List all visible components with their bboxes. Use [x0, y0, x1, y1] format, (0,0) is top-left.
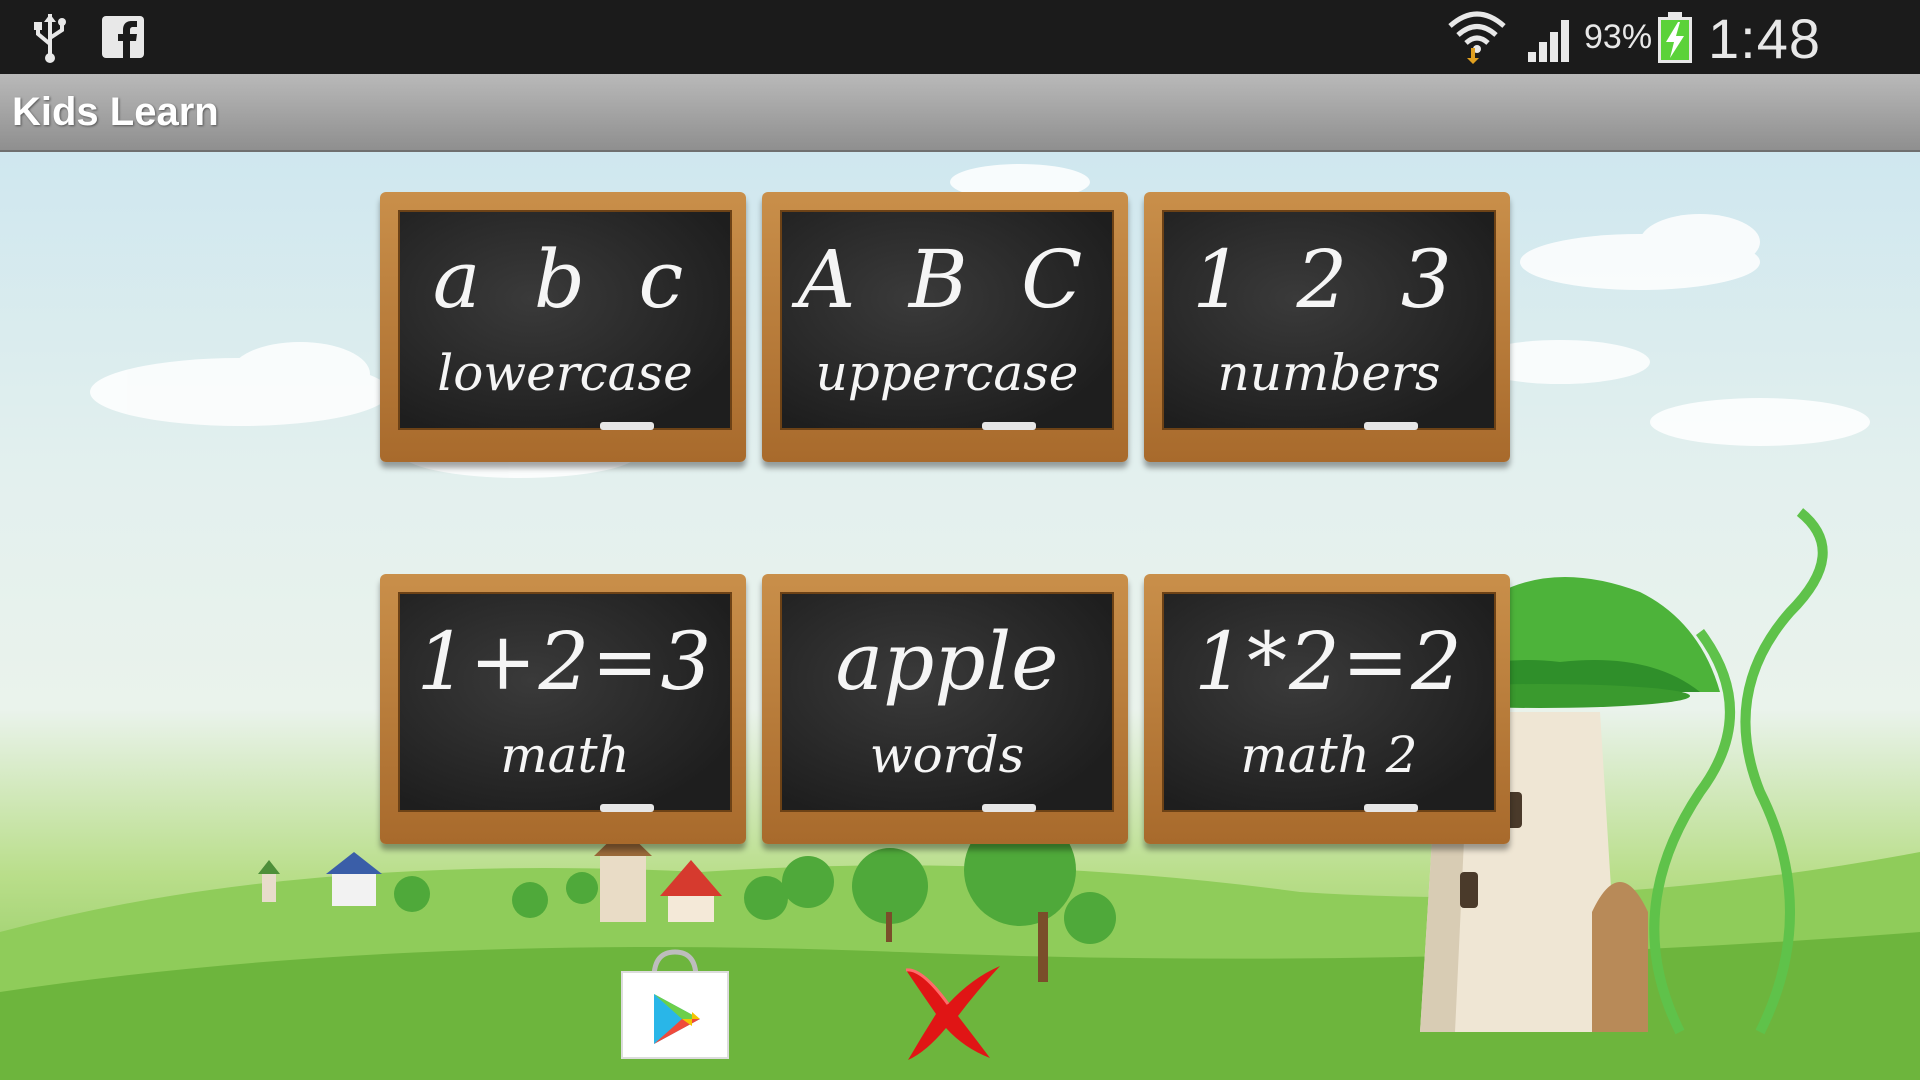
words-tile[interactable]: apple words — [762, 574, 1128, 844]
chalkboard-slate: 1*2=2 math 2 — [1162, 592, 1496, 812]
tile-label: numbers — [1217, 344, 1441, 402]
uppercase-tile[interactable]: A B C uppercase — [762, 192, 1128, 462]
tile-symbols: 1 2 3 — [1192, 233, 1466, 326]
tile-label: math — [500, 726, 630, 784]
math-tile[interactable]: 1+2=3 math — [380, 574, 746, 844]
tile-label: uppercase — [815, 344, 1079, 402]
play-store-button[interactable] — [618, 948, 732, 1060]
signal-icon — [1528, 20, 1569, 62]
tile-symbols: A B C — [797, 233, 1097, 326]
math2-tile[interactable]: 1*2=2 math 2 — [1144, 574, 1510, 844]
play-store-icon — [621, 949, 729, 1059]
lowercase-tile[interactable]: a b c lowercase — [380, 192, 746, 462]
tile-label: lowercase — [437, 344, 693, 402]
numbers-tile[interactable]: 1 2 3 numbers — [1144, 192, 1510, 462]
chalkboard-slate: apple words — [780, 592, 1114, 812]
chalkboard-slate: 1 2 3 numbers — [1162, 210, 1496, 430]
chalk-stick — [982, 804, 1036, 812]
battery-percent: 93% — [1584, 18, 1653, 56]
app-title: Kids Learn — [12, 90, 219, 134]
chalk-stick — [600, 422, 654, 430]
facebook-icon — [102, 16, 144, 60]
scene-background: a b c lowercase A B C uppercase 1 2 3 nu… — [0, 152, 1920, 1080]
exit-button[interactable] — [892, 958, 1008, 1062]
chalk-stick — [1364, 804, 1418, 812]
chalkboard-slate: A B C uppercase — [780, 210, 1114, 430]
tile-symbols: a b c — [432, 233, 698, 326]
chalkboard-slate: 1+2=3 math — [398, 592, 732, 812]
wifi-icon — [1448, 11, 1506, 64]
tile-label: words — [869, 726, 1025, 784]
screen: 93% 1:48 PM Kids Learn — [0, 0, 1920, 1080]
tile-symbols: apple — [835, 615, 1059, 708]
battery-charging-icon — [1658, 12, 1692, 63]
exit-x-icon — [905, 966, 1000, 1060]
chalk-stick — [982, 422, 1036, 430]
usb-icon — [34, 14, 66, 63]
tile-label: math 2 — [1240, 726, 1418, 784]
tile-symbols: 1*2=2 — [1194, 615, 1464, 708]
chalk-stick — [1364, 422, 1418, 430]
chalk-stick — [600, 804, 654, 812]
action-bar: Kids Learn — [0, 74, 1920, 152]
chalkboard-slate: a b c lowercase — [398, 210, 732, 430]
tile-symbols: 1+2=3 — [416, 615, 714, 708]
status-bar: 93% 1:48 PM — [0, 0, 1920, 135]
